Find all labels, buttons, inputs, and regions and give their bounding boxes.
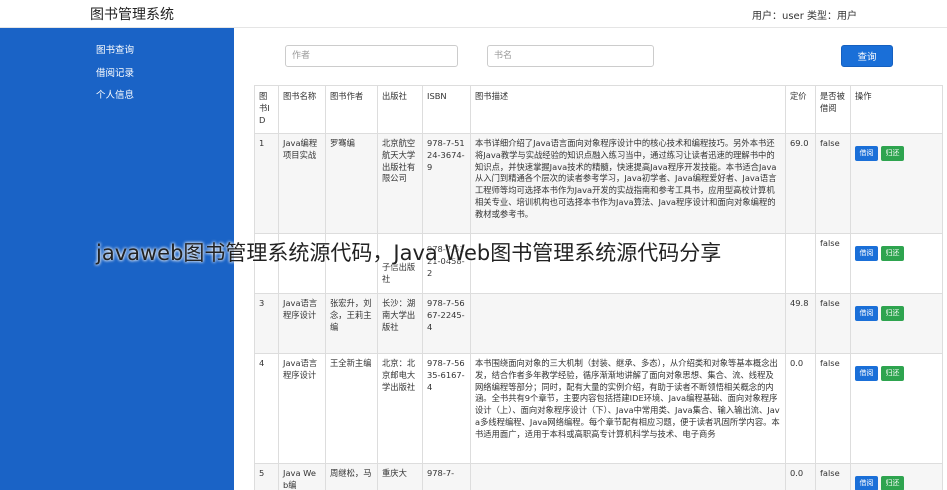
cell-description xyxy=(470,463,786,490)
header-publisher: 出版社 xyxy=(377,85,423,134)
table-row: 4 Java语言程序设计 王全新主编 北京：北京邮电大学出版社 978-7-56… xyxy=(254,353,943,464)
cell-isbn: 978-7-5124-3674-9 xyxy=(422,133,471,234)
return-button[interactable]: 归还 xyxy=(881,476,904,490)
cell-description: 本书详细介绍了Java语言面向对象程序设计中的核心技术和编程技巧。另外本书还将J… xyxy=(470,133,786,234)
cell-author: 张宏升，刘念，王莉主编 xyxy=(325,293,378,354)
cell-isbn: 978-7-5635-6167-4 xyxy=(422,353,471,464)
cell-description xyxy=(470,293,786,354)
header-book-name: 图书名称 xyxy=(278,85,326,134)
top-bar: 图书管理系统 用户：user 类型：用户 xyxy=(0,0,947,28)
cell-id: 5 xyxy=(254,463,279,490)
borrow-button[interactable]: 借阅 xyxy=(855,366,878,381)
cell-id: 1 xyxy=(254,133,279,234)
book-table: 图书ID 图书名称 图书作者 出版社 ISBN 图书描述 定价 是否被借阅 操作… xyxy=(254,85,943,490)
return-button[interactable]: 归还 xyxy=(881,246,904,261)
overlay-caption: javaweb图书管理系统源代码，Java Web图书管理系统源代码分享 xyxy=(96,241,722,265)
app-title: 图书管理系统 xyxy=(90,7,174,23)
return-button[interactable]: 归还 xyxy=(881,146,904,161)
table-row: 3 Java语言程序设计 张宏升，刘念，王莉主编 长沙：湖南大学出版社 978-… xyxy=(254,293,943,354)
header-book-id: 图书ID xyxy=(254,85,279,134)
return-button[interactable]: 归还 xyxy=(881,366,904,381)
borrow-button[interactable]: 借阅 xyxy=(855,146,878,161)
cell-publisher: 重庆大 xyxy=(377,463,423,490)
author-search-input[interactable] xyxy=(285,45,458,67)
cell-publisher: 北京航空航天大学出版社有限公司 xyxy=(377,133,423,234)
sidebar-item-book-search[interactable]: 图书查询 xyxy=(96,42,134,56)
header-book-author: 图书作者 xyxy=(325,85,378,134)
header-isbn: ISBN xyxy=(422,85,471,134)
return-button[interactable]: 归还 xyxy=(881,306,904,321)
cell-price: 69.0 xyxy=(785,133,816,234)
cell-actions: 借阅 归还 xyxy=(850,353,943,464)
table-row: 1 Java编程项目实战 罗骞编 北京航空航天大学出版社有限公司 978-7-5… xyxy=(254,133,943,234)
search-button[interactable]: 查询 xyxy=(841,45,893,67)
cell-price: 0.0 xyxy=(785,463,816,490)
cell-isbn: 978-7-5667-2245-4 xyxy=(422,293,471,354)
borrow-button[interactable]: 借阅 xyxy=(855,476,878,490)
cell-publisher: 长沙：湖南大学出版社 xyxy=(377,293,423,354)
header-price: 定价 xyxy=(785,85,816,134)
table-row: 5 Java Web编 周继松，马 重庆大 978-7- 0.0 false 借… xyxy=(254,463,943,490)
table-header-row: 图书ID 图书名称 图书作者 出版社 ISBN 图书描述 定价 是否被借阅 操作 xyxy=(254,85,943,134)
header-description: 图书描述 xyxy=(470,85,786,134)
cell-actions: 借阅 归还 xyxy=(850,133,943,234)
cell-price: 49.8 xyxy=(785,293,816,354)
sidebar-item-profile[interactable]: 个人信息 xyxy=(96,87,134,101)
sidebar-item-borrow-records[interactable]: 借阅记录 xyxy=(96,65,134,79)
header-borrowed: 是否被借阅 xyxy=(815,85,851,134)
cell-name: Java语言程序设计 xyxy=(278,293,326,354)
borrow-button[interactable]: 借阅 xyxy=(855,246,878,261)
cell-borrowed: false xyxy=(815,353,851,464)
cell-actions: 借阅 归还 xyxy=(850,233,943,294)
cell-borrowed: false xyxy=(815,233,851,294)
cell-author: 王全新主编 xyxy=(325,353,378,464)
cell-publisher: 北京：北京邮电大学出版社 xyxy=(377,353,423,464)
borrow-button[interactable]: 借阅 xyxy=(855,306,878,321)
cell-id: 4 xyxy=(254,353,279,464)
cell-borrowed: false xyxy=(815,133,851,234)
cell-name: Java编程项目实战 xyxy=(278,133,326,234)
cell-price: 0.0 xyxy=(785,353,816,464)
cell-author: 罗骞编 xyxy=(325,133,378,234)
header-actions: 操作 xyxy=(850,85,943,134)
cell-actions: 借阅 归还 xyxy=(850,293,943,354)
cell-price xyxy=(785,233,816,294)
cell-name: Java Web编 xyxy=(278,463,326,490)
cell-description: 本书围绕面向对象的三大机制（封装、继承、多态），从介绍类和对象等基本概念出发，结… xyxy=(470,353,786,464)
cell-actions: 借阅 归还 xyxy=(850,463,943,490)
cell-isbn: 978-7- xyxy=(422,463,471,490)
cell-author: 周继松，马 xyxy=(325,463,378,490)
cell-borrowed: false xyxy=(815,293,851,354)
user-info: 用户：user 类型：用户 xyxy=(752,11,857,22)
book-name-search-input[interactable] xyxy=(487,45,654,67)
cell-borrowed: false xyxy=(815,463,851,490)
cell-name: Java语言程序设计 xyxy=(278,353,326,464)
cell-id: 3 xyxy=(254,293,279,354)
